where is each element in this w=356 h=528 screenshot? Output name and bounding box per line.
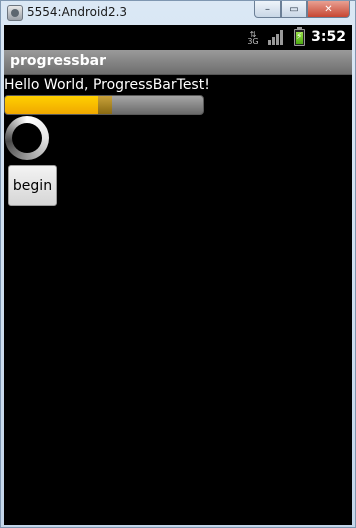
begin-button-label: begin: [12, 177, 53, 194]
window-titlebar[interactable]: 5554:Android2.3 – ▭ ✕: [1, 1, 355, 25]
network-type-label: 3G: [247, 37, 259, 46]
emulator-window: 5554:Android2.3 – ▭ ✕ ⇅ 3G ⚡ 3:52 progre…: [0, 0, 356, 528]
maximize-button[interactable]: ▭: [281, 1, 307, 18]
status-clock: 3:52: [311, 29, 346, 45]
horizontal-progress-bar: [4, 95, 204, 115]
data-arrows-icon: ⇅ 3G: [247, 30, 259, 46]
hello-text: Hello World, ProgressBarTest!: [4, 77, 210, 93]
minimize-icon: –: [265, 3, 270, 15]
maximize-icon: ▭: [289, 3, 299, 15]
battery-charging-icon: ⚡: [294, 27, 305, 46]
emulator-app-icon: [7, 5, 23, 21]
app-title-bar: progressbar: [4, 50, 352, 75]
app-title: progressbar: [10, 53, 107, 69]
minimize-button[interactable]: –: [254, 1, 281, 18]
loading-spinner-icon: [5, 116, 49, 160]
window-title: 5554:Android2.3: [27, 5, 128, 19]
close-icon: ✕: [324, 3, 333, 15]
close-button[interactable]: ✕: [307, 1, 350, 18]
android-screen: ⇅ 3G ⚡ 3:52 progressbar Hello World, Prog…: [4, 25, 352, 525]
begin-button[interactable]: begin: [8, 165, 57, 206]
progress-primary-fill: [5, 96, 99, 114]
signal-icon: [268, 30, 286, 45]
status-bar: ⇅ 3G ⚡ 3:52: [4, 25, 352, 50]
